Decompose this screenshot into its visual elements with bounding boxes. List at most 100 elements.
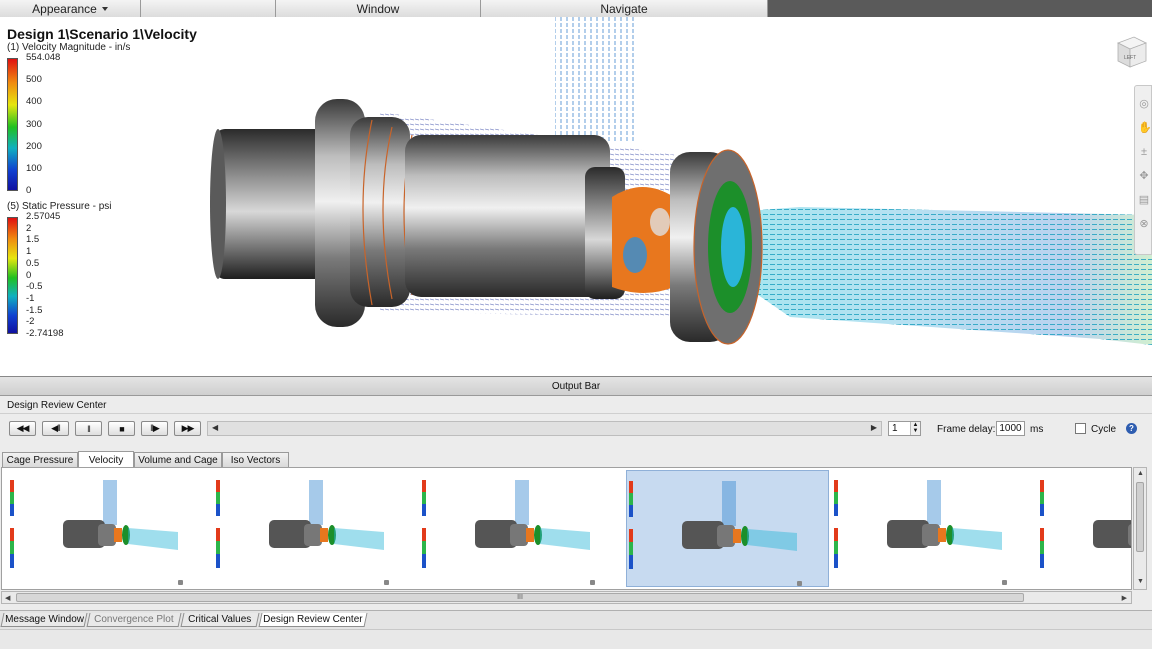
thumbnail-vertical-scrollbar[interactable]: ▲ ▼ xyxy=(1133,467,1147,590)
frame-slider[interactable]: ◀ ▶ xyxy=(207,421,882,436)
thumbnail-frame[interactable] xyxy=(626,470,829,587)
thumbnail-frame[interactable] xyxy=(8,470,211,587)
tab-iso-vectors[interactable]: Iso Vectors xyxy=(222,452,289,467)
divider xyxy=(0,413,1152,414)
tab-label: Cage Pressure xyxy=(6,454,74,466)
legend-tick-label: 300 xyxy=(26,118,42,130)
appearance-menu[interactable]: Appearance xyxy=(0,0,141,17)
scrollbar-grip: III xyxy=(517,594,523,601)
step-forward-icon: ‖▶ xyxy=(150,423,160,433)
scroll-down-icon[interactable]: ▼ xyxy=(1137,578,1144,585)
look-at-icon[interactable]: ▤ xyxy=(1138,194,1150,206)
legend-tick-label: 2.57045 xyxy=(26,211,61,222)
scroll-up-icon[interactable]: ▲ xyxy=(1137,470,1144,477)
slider-right-arrow-icon[interactable]: ▶ xyxy=(871,423,877,432)
rewind-icon: ◀◀ xyxy=(16,423,30,433)
pause-icon: ‖ xyxy=(87,423,91,434)
thumbnail-frame[interactable] xyxy=(214,470,417,587)
legend-tick-label: 500 xyxy=(26,74,42,86)
frame-spinner-icon[interactable]: ▲ ▼ xyxy=(910,422,920,435)
tab-convergence-plot[interactable]: Convergence Plot xyxy=(86,613,182,627)
zoom-icon[interactable]: ± xyxy=(1138,146,1150,158)
tab-label: Convergence Plot xyxy=(94,614,174,625)
steering-wheel-icon[interactable]: ◎ xyxy=(1138,98,1150,110)
frame-number-input[interactable]: 1 ▲ ▼ xyxy=(888,421,921,436)
step-back-button[interactable]: ◀‖ xyxy=(42,421,69,436)
frame-delay-label: Frame delay: xyxy=(937,424,996,435)
viewcube[interactable]: LEFT xyxy=(1114,35,1148,69)
stop-button[interactable]: ■ xyxy=(108,421,135,436)
tab-velocity[interactable]: Velocity xyxy=(78,451,134,468)
legend-tick-label: -1.5 xyxy=(26,304,43,316)
frame-delay-input[interactable]: 1000 xyxy=(996,421,1025,436)
tab-label: Critical Values xyxy=(188,614,252,625)
panel-title: Design Review Center xyxy=(7,400,107,411)
tab-message-window[interactable]: Message Window xyxy=(0,613,88,627)
graphics-viewport[interactable]: Design 1\Scenario 1\Velocity (1) Velocit… xyxy=(0,17,1152,376)
scroll-left-icon[interactable]: ◀ xyxy=(5,594,10,602)
thumbnail-strip xyxy=(1,467,1132,590)
step-back-icon: ◀‖ xyxy=(51,423,61,433)
tab-label: Iso Vectors xyxy=(230,454,281,466)
top-menu-bar: Appearance Window Navigate xyxy=(0,0,1152,17)
legend-tick-label: -0.5 xyxy=(26,281,43,293)
scrollbar-thumb[interactable] xyxy=(1136,482,1144,552)
frame-number-value: 1 xyxy=(892,423,898,434)
tab-label: Velocity xyxy=(88,454,124,466)
chevron-down-icon xyxy=(101,6,108,11)
thumbnail-frame[interactable] xyxy=(1038,470,1131,587)
cage-pressure xyxy=(612,187,674,293)
slider-left-arrow-icon[interactable]: ◀ xyxy=(212,423,218,432)
output-bar-label: Output Bar xyxy=(551,380,601,392)
thumbnail-frame[interactable] xyxy=(832,470,1035,587)
fast-forward-button[interactable]: ▶▶ xyxy=(174,421,201,436)
legend-tick-label: 2 xyxy=(26,222,32,234)
tab-design-review-center[interactable]: Design Review Center xyxy=(258,613,368,627)
tab-label: Volume and Cage xyxy=(138,454,218,466)
tab-label: Message Window xyxy=(4,614,84,625)
output-bar[interactable]: Output Bar xyxy=(0,376,1152,396)
tab-cage-pressure[interactable]: Cage Pressure xyxy=(2,452,78,467)
legend-tick-label: -2.74198 xyxy=(26,328,64,339)
tab-volume-and-cage[interactable]: Volume and Cage xyxy=(134,452,222,467)
thumbnail-preview xyxy=(10,480,183,585)
appearance-menu-label: Appearance xyxy=(32,1,97,16)
legend-tick-label: 200 xyxy=(26,140,42,152)
thumbnail-frame[interactable] xyxy=(420,470,623,587)
velocity-color-bar xyxy=(7,58,18,191)
legend-tick-label: -1 xyxy=(26,292,35,304)
legend-tick-label: 1 xyxy=(26,246,32,258)
pan-hand-icon[interactable]: ✋ xyxy=(1138,122,1152,134)
legend-tick-label: 554.048 xyxy=(26,52,61,63)
inlet-vectors xyxy=(555,17,635,142)
window-menu-label: Window xyxy=(356,1,400,16)
rotate-icon[interactable]: ⊗ xyxy=(1138,218,1150,230)
pause-button[interactable]: ‖ xyxy=(75,421,102,436)
thumbnail-horizontal-scrollbar[interactable]: ◀ III ▶ xyxy=(1,591,1132,604)
cycle-checkbox[interactable] xyxy=(1075,423,1086,434)
tab-label: Design Review Center xyxy=(263,614,363,625)
thumbnail-preview xyxy=(422,480,595,585)
legend-tick-label: 0 xyxy=(26,269,32,281)
navigation-bar: ◎ ✋ ± ✥ ▤ ⊗ xyxy=(1134,85,1152,255)
orbit-icon[interactable]: ✥ xyxy=(1138,170,1150,182)
spool-body xyxy=(405,135,610,297)
tab-critical-values[interactable]: Critical Values xyxy=(180,613,260,627)
rewind-button[interactable]: ◀◀ xyxy=(9,421,36,436)
bottom-tab-bar: Message Window Convergence Plot Critical… xyxy=(0,610,1152,649)
step-forward-button[interactable]: ‖▶ xyxy=(141,421,168,436)
design-review-center-panel: Design Review Center ◀◀ ◀‖ ‖ ■ ‖▶ ▶▶ ◀ ▶… xyxy=(0,396,1152,610)
thumbnail-preview xyxy=(629,481,802,586)
legend-tick-label: 100 xyxy=(26,162,42,174)
viewcube-label: LEFT xyxy=(1124,55,1136,61)
thumbnail-preview xyxy=(834,480,1007,585)
status-bar xyxy=(0,629,1152,649)
scroll-right-icon[interactable]: ▶ xyxy=(1122,594,1127,602)
navigate-menu[interactable]: Navigate xyxy=(481,0,768,17)
frame-delay-unit: ms xyxy=(1030,424,1044,435)
menu-spacer xyxy=(141,0,276,17)
scrollbar-thumb[interactable]: III xyxy=(16,593,1024,602)
window-menu[interactable]: Window xyxy=(276,0,481,17)
help-icon[interactable]: ? xyxy=(1126,423,1137,434)
page-title: Design 1\Scenario 1\Velocity xyxy=(7,26,197,42)
